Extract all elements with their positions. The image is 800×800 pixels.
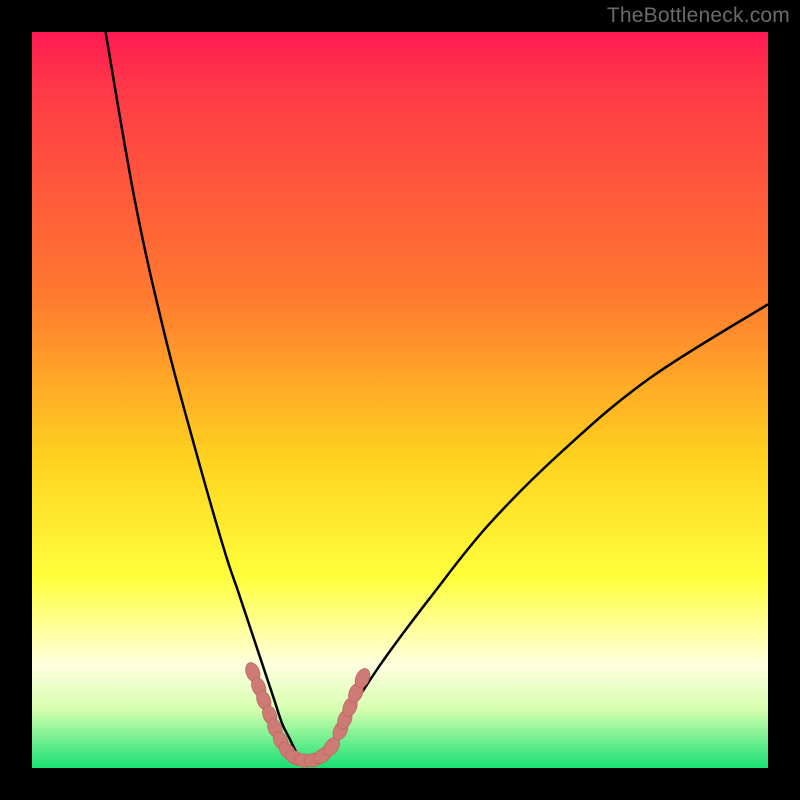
highlight-markers — [243, 661, 372, 769]
curve-layer — [32, 32, 768, 768]
bottleneck-curve — [106, 32, 768, 762]
watermark-text: TheBottleneck.com — [607, 4, 790, 28]
chart-frame: TheBottleneck.com — [0, 0, 800, 800]
